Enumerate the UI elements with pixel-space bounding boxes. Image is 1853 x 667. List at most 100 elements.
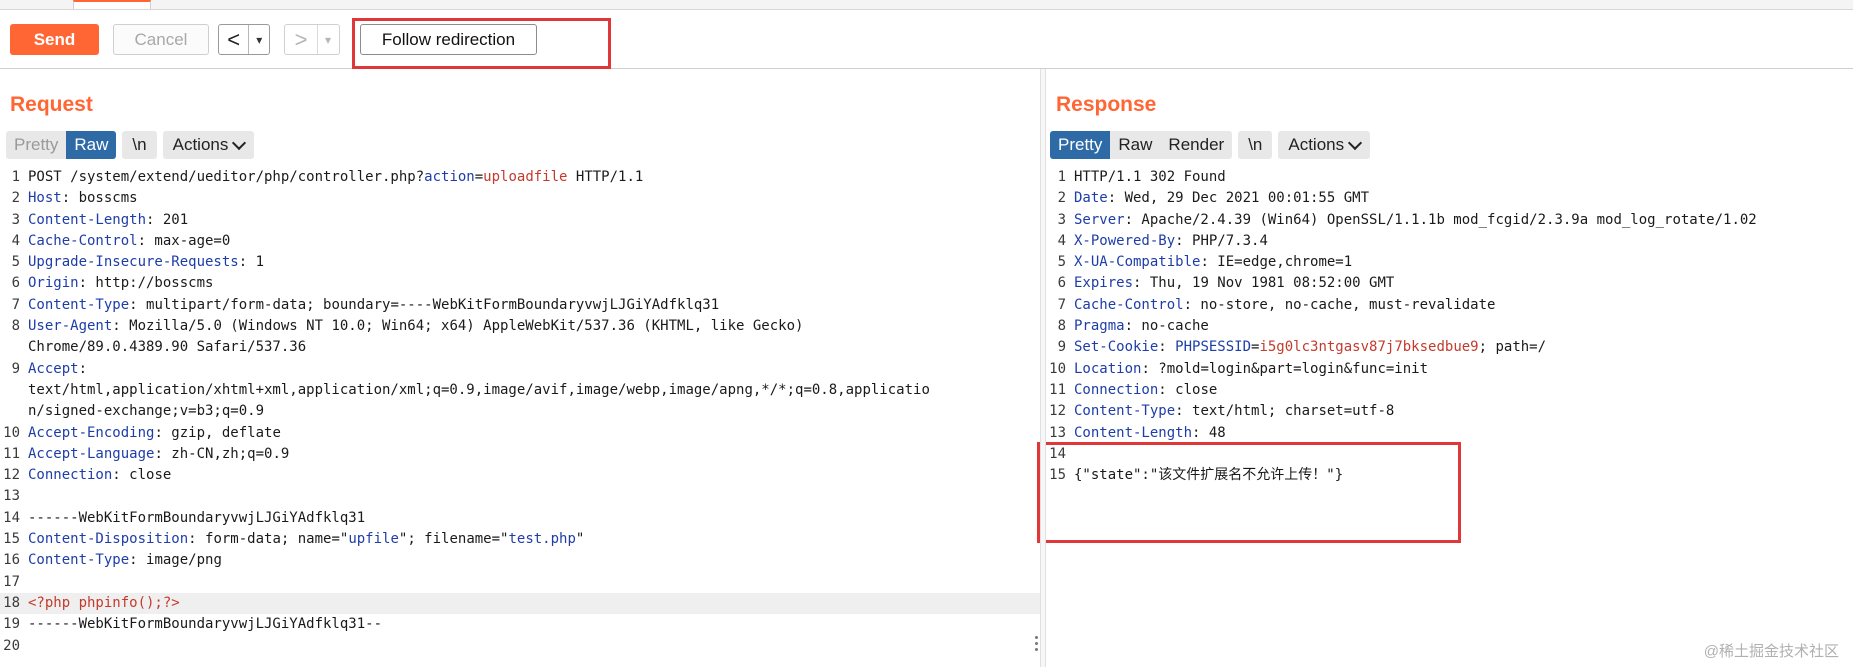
request-editor[interactable]: 1 POST /system/extend/ueditor/php/control… <box>0 167 1040 667</box>
line-text: Accept-Language: zh-CN,zh;q=0.9 <box>28 444 289 465</box>
line-number: 1 <box>11 169 20 185</box>
tab-pretty[interactable]: Pretty <box>1050 131 1111 159</box>
text-token: ------WebKitFormBoundaryvwjLJGiYAdfklq31 <box>28 509 366 526</box>
line-text: Content-Type: text/html; charset=utf-8 <box>1074 401 1394 422</box>
chevron-left-icon: < <box>227 26 241 52</box>
header-key: Content-Type <box>1074 403 1176 420</box>
line-number: 6 <box>11 275 20 292</box>
forward-history-dropdown[interactable]: ▾ <box>318 25 338 54</box>
text-token: : image/png <box>129 552 222 569</box>
forward-button[interactable]: > <box>285 25 318 54</box>
header-key: Cache-Control <box>28 232 138 249</box>
header-key: Host <box>28 190 62 207</box>
line-text: Cache-Control: no-store, no-cache, must-… <box>1074 295 1495 316</box>
line-text: text/html,application/xhtml+xml,applicat… <box>28 380 930 401</box>
line-number: 9 <box>1057 339 1066 356</box>
line-number: 13 <box>1049 424 1066 441</box>
cancel-button[interactable]: Cancel <box>113 24 209 55</box>
line-number: 7 <box>11 296 20 313</box>
back-history-dropdown[interactable]: ▾ <box>249 25 269 54</box>
line-number: 12 <box>3 467 20 484</box>
repeater-toolbar: Send Cancel < ▾ > ▾ Follow redirection <box>0 10 1853 69</box>
line-text: Content-Length: 201 <box>28 210 188 231</box>
header-key: PHPSESSID <box>1175 339 1252 356</box>
line-text: Server: Apache/2.4.39 (Win64) OpenSSL/1.… <box>1074 210 1757 231</box>
header-key: Set-Cookie <box>1074 339 1159 356</box>
text-token: : IE=edge,chrome=1 <box>1200 254 1353 271</box>
response-view-tabs: Pretty Raw Render <box>1050 131 1233 159</box>
header-key: action <box>424 169 475 185</box>
code-line: 15 Content-Disposition: form-data; name="… <box>0 529 1040 550</box>
code-line: 15 {"state":"该文件扩展名不允许上传！"} <box>1046 465 1853 486</box>
back-nav-group: < ▾ <box>218 24 270 55</box>
response-panel: Response Pretty Raw Render \n Actions 1H… <box>1046 69 1853 667</box>
tab-raw[interactable]: Raw <box>1110 131 1160 159</box>
code-line: 6 Expires: Thu, 19 Nov 1981 08:52:00 GMT <box>1046 273 1853 294</box>
line-text: X-UA-Compatible: IE=edge,chrome=1 <box>1074 252 1352 273</box>
line-text: Set-Cookie: PHPSESSID=i5g0lc3ntgasv87j7b… <box>1074 337 1546 358</box>
text-token: : Thu, 19 Nov 1981 08:52:00 GMT <box>1133 275 1395 292</box>
line-text: Connection: close <box>1074 380 1217 401</box>
request-actions-button[interactable]: Actions <box>162 131 255 159</box>
line-text: Pragma: no-cache <box>1074 316 1209 337</box>
header-key: Location <box>1074 360 1142 377</box>
text-token: : no-cache <box>1124 318 1209 335</box>
line-number: 18 <box>3 594 20 611</box>
line-text: User-Agent: Mozilla/5.0 (Windows NT 10.0… <box>28 316 803 337</box>
line-text: Date: Wed, 29 Dec 2021 00:01:55 GMT <box>1074 188 1369 209</box>
active-repeater-tab[interactable] <box>73 0 151 9</box>
line-text: {"state":"该文件扩展名不允许上传！"} <box>1074 465 1343 486</box>
tab-raw[interactable]: Raw <box>66 131 117 159</box>
line-number: 14 <box>1049 445 1066 462</box>
header-key: User-Agent <box>28 318 113 335</box>
response-actions-button[interactable]: Actions <box>1278 131 1371 159</box>
line-text: Expires: Thu, 19 Nov 1981 08:52:00 GMT <box>1074 273 1394 294</box>
line-number: 4 <box>11 232 20 249</box>
more-options-icon[interactable] <box>1035 636 1039 654</box>
line-number: 12 <box>1049 403 1066 420</box>
send-button[interactable]: Send <box>10 24 99 55</box>
code-line: 1 POST /system/extend/ueditor/php/control… <box>0 167 1040 188</box>
back-button[interactable]: < <box>219 25 250 54</box>
tab-render[interactable]: Render <box>1160 131 1232 159</box>
header-key: Content-Length <box>28 211 147 228</box>
chevron-right-icon: > <box>294 26 308 52</box>
code-line: 9 Set-Cookie: PHPSESSID=i5g0lc3ntgasv87j7… <box>1046 337 1853 358</box>
chevron-down-icon <box>1348 135 1363 151</box>
code-line: 2 Host: bosscms <box>0 188 1040 209</box>
text-token: text/html,application/xhtml+xml,applicat… <box>28 381 930 398</box>
text-token: : ?mold=login&part=login&func=init <box>1141 360 1429 377</box>
code-line: 11 Connection: close <box>1046 380 1853 401</box>
line-number: 1 <box>1057 169 1066 185</box>
header-key: Accept-Language <box>28 445 155 462</box>
text-token: : form-data; name=" <box>188 531 349 548</box>
value-token: <?php phpinfo();?> <box>28 594 180 611</box>
tab-pretty[interactable]: Pretty <box>6 131 66 159</box>
text-token: : zh-CN,zh;q=0.9 <box>154 445 290 462</box>
text-token: : multipart/form-data; boundary=----WebK… <box>129 296 720 313</box>
line-number: 3 <box>11 211 20 228</box>
newline-toggle-button[interactable]: \n <box>1238 131 1273 159</box>
text-token: : max-age=0 <box>137 232 231 249</box>
text-token: : 201 <box>146 211 189 228</box>
line-number: 20 <box>3 637 20 654</box>
newline-toggle-button[interactable]: \n <box>122 131 157 159</box>
line-number: 14 <box>3 509 20 526</box>
code-line: 3 Server: Apache/2.4.39 (Win64) OpenSSL/1… <box>1046 210 1853 231</box>
code-line: n/signed-exchange;v=b3;q=0.9 <box>0 401 1040 422</box>
code-line: 17 <box>0 572 1040 593</box>
text-token: n/signed-exchange;v=b3;q=0.9 <box>28 403 265 420</box>
request-view-tabs: Pretty Raw <box>6 131 117 159</box>
line-number: 19 <box>3 616 20 633</box>
forward-nav-group: > ▾ <box>284 24 340 55</box>
header-key: Expires <box>1074 275 1134 292</box>
header-key: Origin <box>28 275 79 292</box>
header-key: X-Powered-By <box>1074 232 1176 249</box>
line-number: 11 <box>1049 381 1066 398</box>
header-key: Upgrade-Insecure-Requests <box>28 254 239 271</box>
code-line: 1 HTTP/1.1 302 Found <box>1046 167 1853 188</box>
code-line: 9 Accept: <box>0 359 1040 380</box>
response-editor[interactable]: 1 HTTP/1.1 302 Found 2 Date: Wed, 29 Dec 20… <box>1046 167 1853 667</box>
value-token: uploadfile <box>483 169 568 185</box>
code-line: 10 Accept-Encoding: gzip, deflate <box>0 423 1040 444</box>
